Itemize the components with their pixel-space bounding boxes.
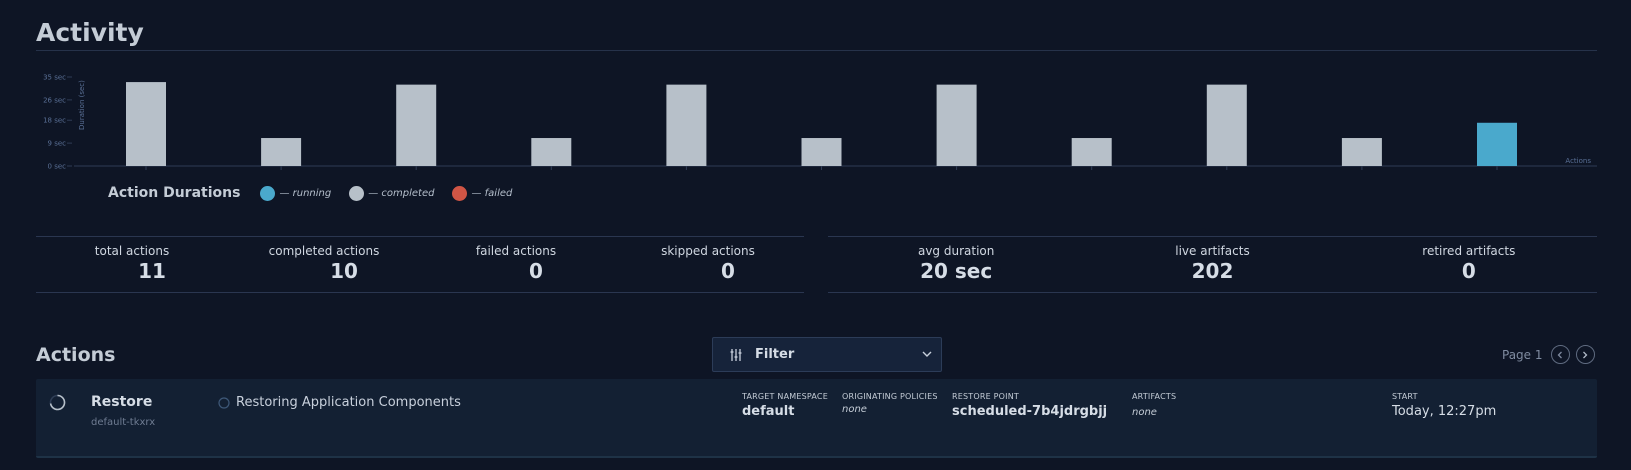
duration-bar bbox=[396, 84, 437, 166]
stat-completed-actions: completed actions 10 bbox=[228, 237, 420, 292]
meta-originating-policies: ORIGINATING POLICIES none bbox=[842, 392, 938, 415]
meta-value: default bbox=[742, 404, 795, 419]
meta-heading: ORIGINATING POLICIES bbox=[842, 392, 938, 401]
duration-bar bbox=[126, 82, 166, 166]
legend-label-completed: — completed bbox=[368, 187, 435, 199]
stat-label: failed actions bbox=[475, 244, 557, 258]
spinner-icon bbox=[49, 394, 66, 411]
stat-live-artifacts: live artifacts 202 bbox=[1084, 237, 1340, 292]
chevron-down-icon bbox=[922, 351, 932, 357]
duration-bar bbox=[666, 84, 707, 166]
stat-value: 202 bbox=[1191, 259, 1234, 283]
meta-value: none bbox=[842, 404, 867, 415]
legend-label-failed: — failed bbox=[471, 187, 513, 199]
legend-label-running: — running bbox=[279, 187, 332, 199]
y-axis-label: Duration (sec) bbox=[78, 80, 86, 130]
stat-label: retired artifacts bbox=[1422, 244, 1516, 258]
phase-circle-icon bbox=[218, 396, 230, 409]
phase-label: Restoring Application Components bbox=[236, 395, 461, 410]
actions-title: Actions bbox=[36, 344, 116, 366]
filter-label: Filter bbox=[755, 347, 795, 362]
filter-sliders-icon bbox=[730, 348, 742, 361]
filter-dropdown[interactable]: Filter bbox=[712, 337, 942, 372]
stat-label: completed actions bbox=[268, 244, 380, 258]
action-phase: Restoring Application Components bbox=[218, 395, 461, 410]
duration-bar bbox=[1206, 84, 1247, 166]
artifact-stats: avg duration 20 sec live artifacts 202 r… bbox=[828, 236, 1597, 293]
meta-value: none bbox=[1132, 407, 1157, 418]
meta-value[interactable]: scheduled-7b4jdrgbjj bbox=[952, 404, 1107, 419]
stat-label: live artifacts bbox=[1175, 244, 1250, 258]
y-tick-label: 35 sec bbox=[43, 74, 66, 82]
next-page-button[interactable] bbox=[1575, 345, 1595, 364]
duration-bar bbox=[1341, 138, 1382, 166]
stat-value: 20 sec bbox=[920, 259, 993, 283]
meta-heading: RESTORE POINT bbox=[952, 392, 1019, 401]
chevron-right-icon bbox=[1583, 351, 1588, 358]
duration-bar bbox=[1071, 138, 1112, 166]
legend-dot-running bbox=[260, 185, 276, 201]
action-name: Restore bbox=[91, 394, 153, 410]
meta-heading: TARGET NAMESPACE bbox=[742, 392, 828, 401]
action-id: default-tkxrx bbox=[91, 417, 156, 428]
duration-bar bbox=[261, 138, 302, 166]
x-axis-label: Actions bbox=[1565, 157, 1591, 165]
y-tick-label: 26 sec bbox=[43, 96, 66, 104]
meta-heading: START bbox=[1392, 392, 1418, 401]
y-tick-label: 0 sec bbox=[48, 163, 67, 171]
stat-value: 0 bbox=[1461, 259, 1476, 283]
action-card[interactable]: Restore default-tkxrx Restoring Applicat… bbox=[36, 379, 1597, 458]
y-tick-label: 9 sec bbox=[48, 140, 67, 148]
chart-title: Action Durations bbox=[108, 185, 241, 201]
action-durations-chart: Duration (sec) 0 sec 9 sec 18 sec 26 sec 35 s… bbox=[43, 74, 1597, 171]
legend-dot-failed bbox=[452, 185, 468, 201]
stat-value: 10 bbox=[330, 259, 358, 283]
activity-divider bbox=[36, 50, 1597, 51]
pagination: Page 1 bbox=[1502, 345, 1595, 364]
legend-item-failed[interactable]: — failed bbox=[452, 185, 513, 201]
meta-value: Today, 12:27pm bbox=[1392, 404, 1497, 419]
chart-legend: Action Durations — running — completed —… bbox=[108, 185, 524, 201]
legend-dot-completed bbox=[349, 185, 365, 201]
stat-failed-actions: failed actions 0 bbox=[420, 237, 612, 292]
duration-bar bbox=[936, 84, 977, 166]
stat-retired-artifacts: retired artifacts 0 bbox=[1341, 237, 1597, 292]
meta-restore-point: RESTORE POINT scheduled-7b4jdrgbjj bbox=[952, 392, 1107, 419]
prev-page-button[interactable] bbox=[1550, 345, 1570, 364]
action-stats: total actions 11 completed actions 10 fa… bbox=[36, 236, 804, 293]
stat-total-actions: total actions 11 bbox=[36, 237, 228, 292]
legend-item-completed[interactable]: — completed bbox=[349, 185, 435, 201]
duration-bar bbox=[1477, 122, 1517, 166]
stat-label: total actions bbox=[94, 244, 170, 258]
stat-label: skipped actions bbox=[661, 244, 755, 258]
stat-value: 0 bbox=[529, 259, 543, 283]
stat-value: 0 bbox=[721, 259, 735, 283]
y-tick-label: 18 sec bbox=[43, 117, 66, 125]
duration-bar bbox=[531, 138, 572, 166]
legend-item-running[interactable]: — running bbox=[260, 185, 332, 201]
meta-heading: ARTIFACTS bbox=[1132, 392, 1177, 401]
page-label: Page 1 bbox=[1502, 347, 1543, 362]
meta-artifacts: ARTIFACTS none bbox=[1132, 392, 1176, 418]
meta-target-namespace: TARGET NAMESPACE default bbox=[742, 392, 828, 419]
chevron-left-icon bbox=[1557, 351, 1562, 358]
duration-bar bbox=[801, 138, 842, 166]
stat-skipped-actions: skipped actions 0 bbox=[612, 237, 804, 292]
meta-start: START Today, 12:27pm bbox=[1392, 392, 1496, 419]
activity-title: Activity bbox=[36, 18, 144, 47]
stat-label: avg duration bbox=[917, 244, 995, 258]
stat-avg-duration: avg duration 20 sec bbox=[828, 237, 1084, 292]
stat-value: 11 bbox=[138, 259, 166, 283]
